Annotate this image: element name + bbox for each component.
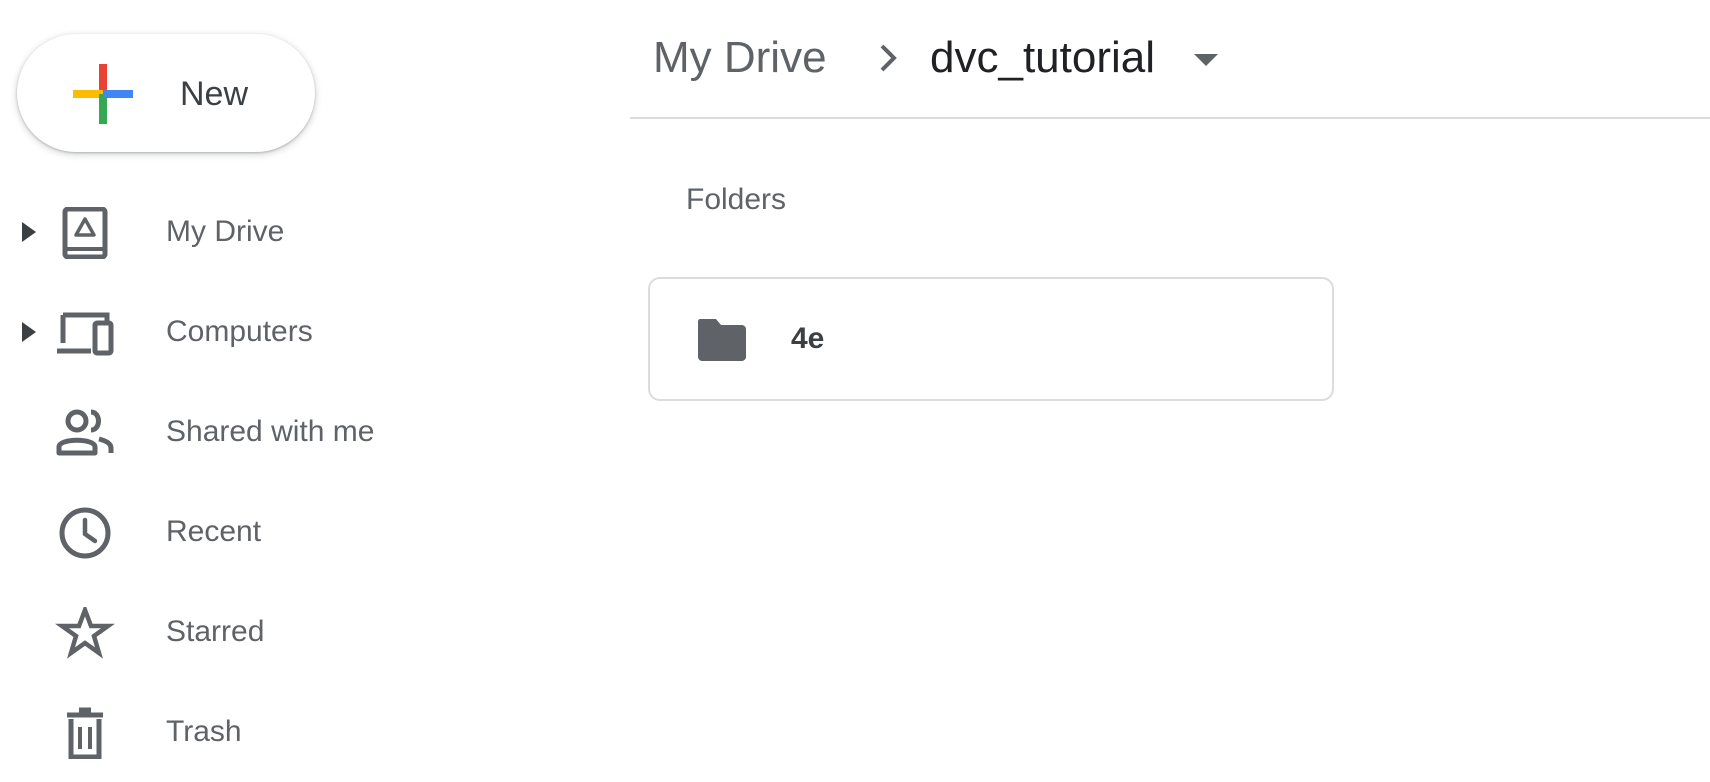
breadcrumb: My Drive dvc_tutorial	[630, 0, 1710, 118]
sidebar-item-label: Shared with me	[166, 415, 375, 448]
plus-icon	[73, 64, 133, 124]
expand-caret-icon[interactable]	[20, 220, 38, 244]
folder-card[interactable]: 4e	[648, 277, 1334, 401]
sidebar-item-label: Trash	[166, 715, 242, 748]
expand-caret-icon[interactable]	[20, 320, 38, 344]
computers-icon	[57, 312, 114, 356]
chevron-right-icon	[880, 44, 897, 72]
sidebar-item-my-drive[interactable]: My Drive	[0, 182, 560, 282]
breadcrumb-root-link[interactable]: My Drive	[653, 32, 827, 84]
current-folder-name: dvc_tutorial	[930, 33, 1156, 82]
sidebar-item-starred[interactable]: Starred	[0, 582, 560, 682]
caret-down-icon[interactable]	[1192, 52, 1220, 68]
people-icon	[56, 409, 114, 456]
sidebar-item-computers[interactable]: Computers	[0, 282, 560, 382]
section-title-folders: Folders	[686, 183, 787, 216]
new-button-label: New	[180, 75, 249, 113]
trash-icon	[67, 707, 103, 759]
sidebar-item-trash[interactable]: Trash	[0, 682, 560, 782]
sidebar-item-label: Computers	[166, 315, 313, 348]
drive-icon	[62, 207, 108, 259]
sidebar-item-recent[interactable]: Recent	[0, 482, 560, 582]
sidebar-item-shared-with-me[interactable]: Shared with me	[0, 382, 560, 482]
breadcrumb-current-folder[interactable]: dvc_tutorial	[930, 30, 1218, 86]
sidebar-item-label: My Drive	[166, 215, 285, 248]
new-button[interactable]: New	[17, 34, 315, 152]
folder-name: 4e	[791, 322, 825, 355]
sidebar-item-label: Recent	[166, 515, 262, 548]
folder-icon	[698, 319, 746, 361]
star-icon	[55, 607, 115, 659]
clock-icon	[59, 507, 111, 559]
sidebar-item-label: Starred	[166, 615, 265, 648]
header-divider	[630, 117, 1710, 119]
